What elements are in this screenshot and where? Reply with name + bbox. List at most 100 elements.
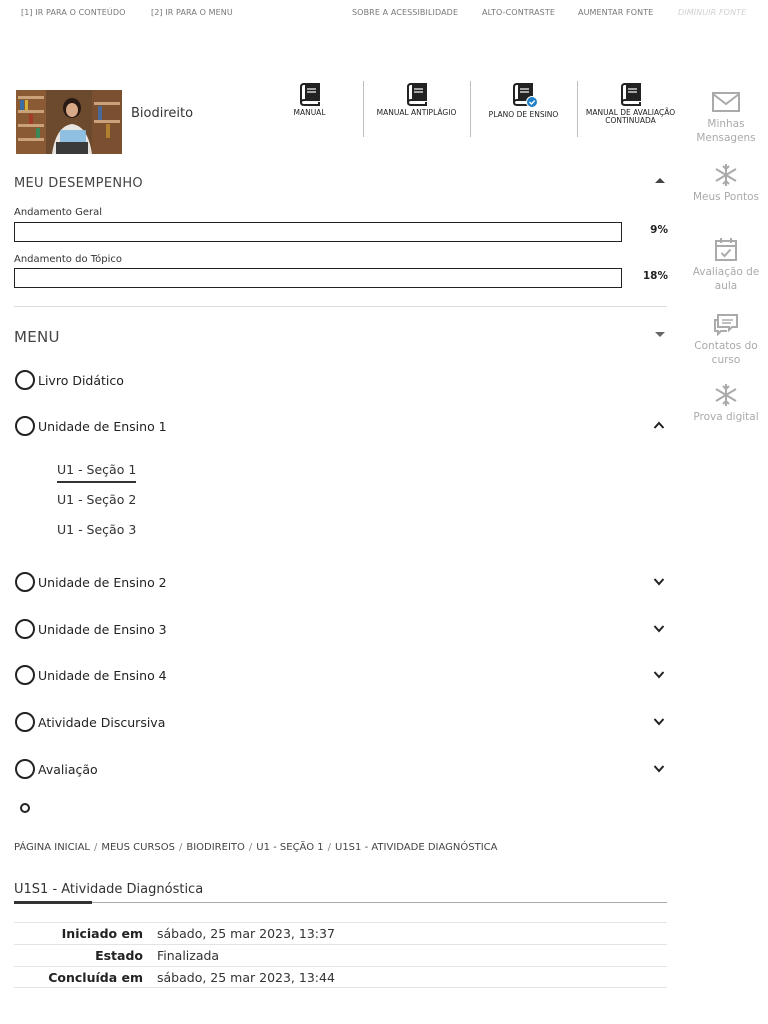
status-circle-small [20,803,30,813]
increase-font-link[interactable]: AUMENTAR FONTE [578,8,653,17]
manual-avaliacao-continuada-label: MANUAL DE AVALIAÇÃO CONTINUADA [585,108,676,125]
submenu-item-u1-secao-1[interactable]: U1 - Seção 1 [57,462,137,483]
activity-title: U1S1 - Atividade Diagnóstica [14,882,204,897]
plano-de-ensino-label: PLANO DE ENSINO [488,110,559,119]
menu-item-atividade-discursiva[interactable]: Atividade Discursiva [14,710,667,734]
menu-title: MENU [14,328,60,346]
breadcrumb-item-u1-secao-1[interactable]: U1 - SEÇÃO 1 [256,842,323,853]
breadcrumb-item-meus-cursos[interactable]: MEUS CURSOS [101,842,175,853]
status-circle [15,416,35,436]
chevron-up-icon [653,421,665,429]
chevron-down-icon [653,578,665,586]
manual-avaliacao-continuada-button[interactable]: MANUAL DE AVALIAÇÃO CONTINUADA [577,80,684,136]
about-accessibility-link[interactable]: SOBRE A ACESSIBILIDADE [352,8,458,17]
summary-value: Finalizada [157,948,220,963]
sidenav-avaliacao-de-aula[interactable]: Avaliação de aula [684,236,768,293]
sidenav-minhas-mensagens[interactable]: Minhas Mensagens [684,90,768,145]
manual-label: MANUAL [293,108,326,117]
summary-row-estado: Estado Finalizada [14,944,667,966]
performance-title: MEU DESEMPENHO [14,176,143,191]
chevron-down-icon [653,671,665,679]
chevron-down-icon [653,718,665,726]
menu-item-livro-didatico[interactable]: Livro Didático [14,368,667,392]
summary-key: Iniciado em [61,926,143,941]
menu-item-label: Livro Didático [38,373,124,388]
manual-button[interactable]: MANUAL [256,80,363,136]
plano-de-ensino-button[interactable]: PLANO DE ENSINO [470,80,577,136]
breadcrumb-item-pagina-inicial[interactable]: PÁGINA INICIAL [14,842,90,853]
sidenav-contatos-do-curso[interactable]: Contatos do curso [684,312,768,367]
summary-value: sábado, 25 mar 2023, 13:44 [157,970,335,985]
menu-item-label: Unidade de Ensino 1 [38,419,167,434]
snowflake-icon [715,164,737,186]
skip-to-menu-link[interactable]: [2] IR PARA O MENU [151,8,233,17]
sidenav-avaliacao-de-aula-label: Avaliação de aula [692,266,760,292]
chevron-down-icon [653,765,665,773]
collapse-menu-caret[interactable] [655,332,665,337]
sidenav-contatos-do-curso-label: Contatos do curso [694,340,758,366]
status-circle [15,572,35,592]
menu-item-unidade-1[interactable]: Unidade de Ensino 1 [14,414,667,438]
summary-value: sábado, 25 mar 2023, 13:37 [157,926,335,941]
course-thumbnail [16,90,122,154]
decrease-font-link[interactable]: DIMINUIR FONTE [678,8,746,17]
calendar-check-icon [715,238,737,261]
submenu-item-u1-secao-2[interactable]: U1 - Seção 2 [57,492,136,507]
breadcrumb-separator: / [327,842,331,853]
menu-item-label: Unidade de Ensino 3 [38,622,167,637]
breadcrumb-item-current[interactable]: U1S1 - ATIVIDADE DIAGNÓSTICA [335,842,497,853]
manual-antiplagio-button[interactable]: MANUAL ANTIPLÁGIO [363,80,470,136]
submenu-item-u1-secao-3[interactable]: U1 - Seção 3 [57,522,136,537]
summary-row-iniciado: Iniciado em sábado, 25 mar 2023, 13:37 [14,922,667,944]
progress-percent-topico: 18% [642,270,668,282]
chat-icon [714,314,738,336]
sidenav-prova-digital-label: Prova digital [693,411,759,423]
menu-item-unidade-4[interactable]: Unidade de Ensino 4 [14,663,667,687]
menu-item-label: Atividade Discursiva [38,715,166,730]
status-circle [15,619,35,639]
skip-to-content-link[interactable]: [1] IR PARA O CONTEÚDO [21,8,126,17]
progress-bar-geral [14,222,622,242]
book-icon [406,83,427,106]
menu-item-unidade-3[interactable]: Unidade de Ensino 3 [14,617,667,641]
breadcrumb-separator: / [178,842,183,853]
status-circle [15,759,35,779]
menu-item-label: Unidade de Ensino 4 [38,668,167,683]
breadcrumb-item-biodireito[interactable]: BIODIREITO [186,842,245,853]
course-title: Biodireito [131,106,194,121]
envelope-icon [712,92,740,112]
sidenav-prova-digital[interactable]: Prova digital [684,383,768,424]
menu-item-label: Avaliação [38,762,98,777]
activity-title-accent [14,901,92,904]
breadcrumb: PÁGINA INICIAL / MEUS CURSOS / BIODIREITO / U1… [14,842,497,853]
progress-bar-topico [14,268,622,288]
book-icon [620,83,641,106]
attempt-summary-table: Iniciado em sábado, 25 mar 2023, 13:37 E… [14,922,667,988]
progress-label-topico: Andamento do Tópico [14,254,123,265]
breadcrumb-separator: / [93,842,98,853]
manual-antiplagio-label: MANUAL ANTIPLÁGIO [376,108,457,117]
progress-percent-geral: 9% [650,224,668,236]
snowflake-icon [715,384,737,406]
menu-item-unidade-2[interactable]: Unidade de Ensino 2 [14,570,667,594]
sidenav-minhas-mensagens-label: Minhas Mensagens [696,118,756,144]
status-circle [15,665,35,685]
status-circle [15,712,35,732]
high-contrast-link[interactable]: ALTO-CONTRASTE [482,8,555,17]
summary-row-concluida: Concluída em sábado, 25 mar 2023, 13:44 [14,966,667,988]
menu-item-avaliacao[interactable]: Avaliação [14,757,667,781]
collapse-performance-caret[interactable] [655,178,665,183]
section-divider [14,306,667,307]
status-circle [15,370,35,390]
breadcrumb-separator: / [248,842,253,853]
progress-label-geral: Andamento Geral [14,207,103,218]
sidenav-meus-pontos[interactable]: Meus Pontos [684,163,768,204]
sidenav-meus-pontos-label: Meus Pontos [692,191,760,203]
activity-title-rule [14,902,667,903]
chevron-down-icon [653,625,665,633]
accessibility-bar: [1] IR PARA O CONTEÚDO [2] IR PARA O MEN… [0,0,768,26]
book-check-icon [512,83,538,108]
book-icon [299,83,320,106]
summary-key: Estado [95,948,143,963]
summary-key: Concluída em [48,970,143,985]
